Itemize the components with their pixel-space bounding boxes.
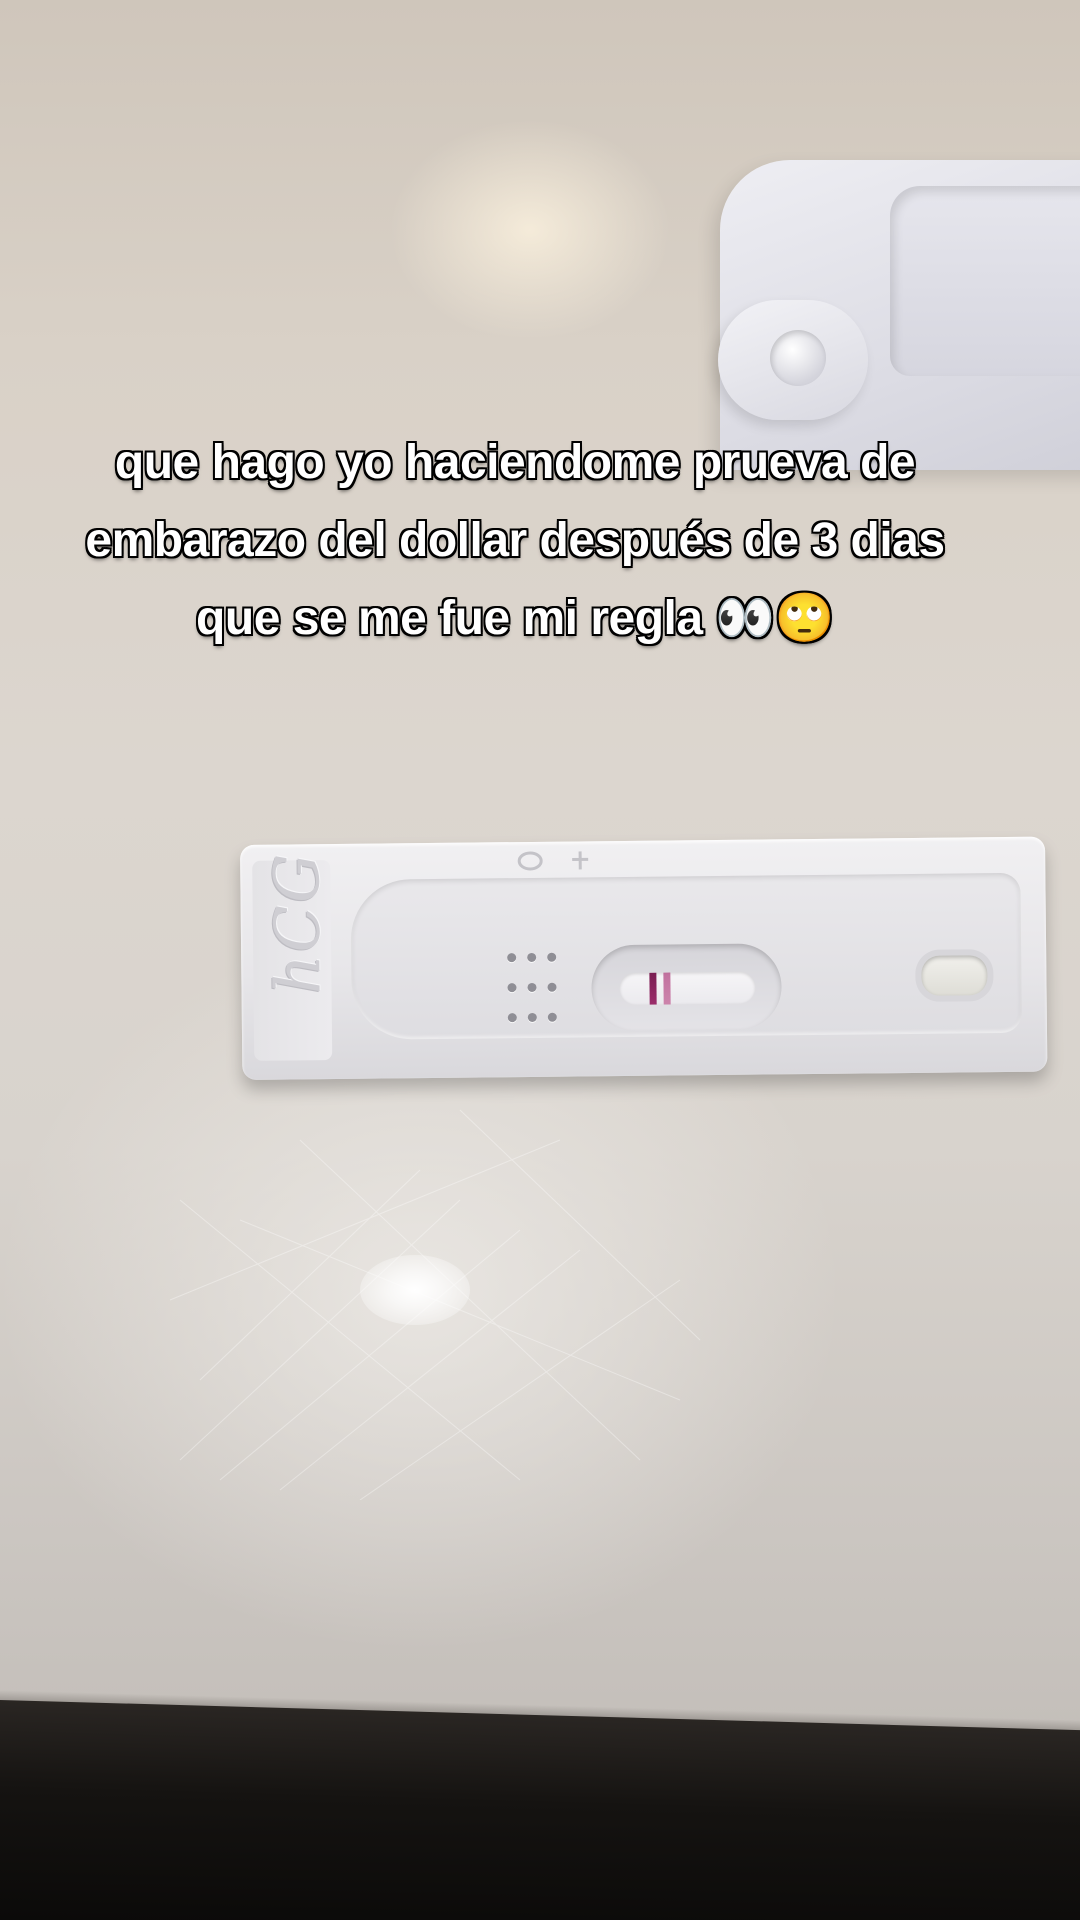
- cassette-panel: [350, 872, 1023, 1040]
- tray-dimple: [770, 330, 826, 386]
- video-caption: que hago yo haciendome prueva de embaraz…: [0, 424, 1030, 658]
- caption-line: que hago yo haciendome prueva de: [114, 436, 916, 489]
- sample-well: [921, 955, 988, 996]
- photo-scene: hCG que hago yo haciendome prueva de emb…: [0, 0, 1080, 1920]
- hcg-embossed-mark: hCG: [260, 851, 335, 995]
- caption-line: embarazo del dollar después de 3 dias: [85, 514, 945, 567]
- counter-edge-shadow: [0, 1700, 1080, 1920]
- grip-dots: [501, 942, 562, 1033]
- pregnancy-test-cassette: hCG: [240, 836, 1048, 1080]
- result-strip: [619, 971, 756, 1006]
- control-line: [663, 972, 671, 1005]
- light-glare: [360, 1255, 470, 1325]
- result-window: [591, 943, 782, 1032]
- control-test-symbols: [517, 851, 589, 871]
- tray-well: [890, 186, 1080, 376]
- caption-line: que se me fue mi regla 👀🙄: [196, 592, 834, 645]
- test-line: [649, 972, 657, 1005]
